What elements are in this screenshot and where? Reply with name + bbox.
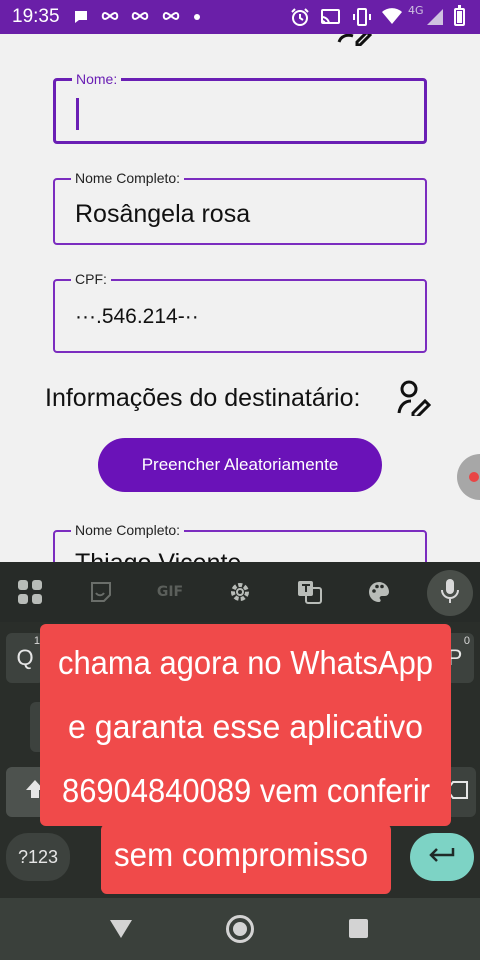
cpf-label: CPF: xyxy=(71,271,111,287)
cpf-value: ···.546.214-·· xyxy=(75,305,199,328)
home-icon[interactable] xyxy=(226,915,254,943)
nome-completo-label: Nome Completo: xyxy=(71,170,185,186)
nome-completo-value: Rosângela rosa xyxy=(75,200,251,228)
translate-icon[interactable] xyxy=(294,576,326,608)
promo-line-3: 86904840089 vem conferir xyxy=(62,772,430,809)
dot-icon xyxy=(194,14,200,20)
text-caret xyxy=(76,98,79,130)
infinity-icon xyxy=(162,9,180,26)
infinity-icon xyxy=(101,9,119,26)
recipient-nome-completo-field[interactable]: Nome Completo: Thiago Vicente xyxy=(53,522,427,562)
alarm-icon xyxy=(290,7,310,30)
partial-person-edit-icon xyxy=(335,34,375,47)
settings-icon[interactable] xyxy=(224,576,256,608)
wifi-icon xyxy=(381,7,403,28)
cpf-field[interactable]: CPF: ···.546.214-·· xyxy=(53,271,427,353)
vibrate-icon xyxy=(352,7,372,30)
record-dot-icon xyxy=(469,472,479,482)
battery-icon xyxy=(454,5,465,26)
promo-overlay[interactable]: chama agora no WhatsApp e garanta esse a… xyxy=(40,624,451,894)
gif-icon[interactable]: GIF xyxy=(154,576,186,608)
fill-random-button[interactable]: Preencher Aleatoriamente xyxy=(98,438,382,492)
key-q-label: Q xyxy=(16,645,34,670)
promo-line-2: e garanta esse aplicativo xyxy=(68,708,423,745)
mic-icon xyxy=(440,578,460,608)
message-icon xyxy=(73,9,89,28)
keyboard-toolbar: GIF xyxy=(0,562,480,622)
status-bar: 19:35 4G xyxy=(0,0,480,34)
apps-icon[interactable] xyxy=(14,576,46,608)
promo-line-1: chama agora no WhatsApp xyxy=(58,644,433,681)
recipient-nome-completo-label: Nome Completo: xyxy=(71,522,185,538)
mic-button[interactable] xyxy=(427,570,473,616)
recipient-section-title: Informações do destinatário: xyxy=(45,384,361,412)
form-screen: Nome: Nome Completo: Rosângela rosa CPF:… xyxy=(0,34,480,562)
signal-icon xyxy=(426,8,444,29)
palette-icon[interactable] xyxy=(363,576,395,608)
sticker-icon[interactable] xyxy=(85,576,117,608)
recent-apps-icon[interactable] xyxy=(349,919,368,938)
nome-field[interactable]: Nome: xyxy=(53,71,427,144)
promo-line-4: sem compromisso xyxy=(114,836,368,873)
network-type: 4G xyxy=(408,4,424,17)
infinity-icon xyxy=(131,9,149,26)
cast-icon xyxy=(320,7,341,30)
nome-completo-field[interactable]: Nome Completo: Rosângela rosa xyxy=(53,170,427,245)
key-p-hint: 0 xyxy=(463,635,470,647)
status-time: 19:35 xyxy=(12,6,60,27)
key-q[interactable]: Q 1 xyxy=(6,633,44,683)
recipient-nome-completo-value: Thiago Vicente xyxy=(75,549,241,562)
navigation-bar xyxy=(0,898,480,960)
nome-label: Nome: xyxy=(72,71,122,87)
back-icon[interactable] xyxy=(110,920,132,938)
person-edit-icon xyxy=(397,380,432,419)
floating-bubble-handle[interactable] xyxy=(457,454,480,500)
